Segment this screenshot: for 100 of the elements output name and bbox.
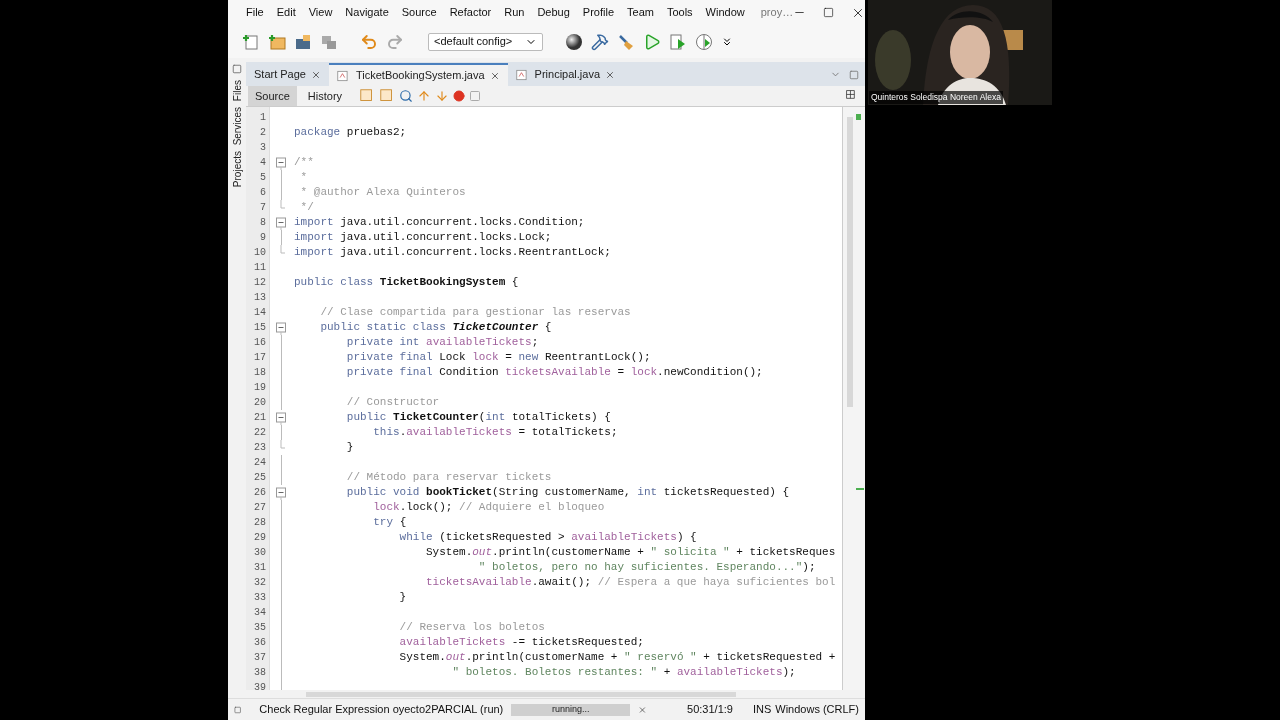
code-text: -= ticketsRequested; [510,635,644,650]
line-number: 21 [254,411,266,425]
code-identifier: TicketBookingSystem [379,275,506,290]
code-text: Condition [439,365,500,380]
line-number: 22 [254,426,266,440]
redo-icon[interactable] [386,32,404,51]
participant-name: Quinteros Soledispa Noreen Alexa [869,91,1003,104]
menu-item[interactable]: View [308,4,333,21]
code-text: { [543,320,552,335]
line-number: 5 [260,171,266,185]
side-panel-tab[interactable]: Projects [226,151,248,188]
profile-icon[interactable] [695,32,713,51]
side-panel-tab[interactable]: Files [226,80,248,102]
code-string: " boletos, pero no hay suficientes. Esperando..." [477,560,803,575]
line-number: 7 [260,201,266,215]
code-text: .println(customerName + [492,545,645,560]
line-number: 37 [254,651,266,665]
fold-toggle-icon[interactable] [276,320,286,335]
window-title: proy… [760,5,794,21]
undo-icon[interactable] [360,32,378,51]
scrollbar-thumb[interactable] [847,117,853,407]
code-text: System. [425,545,473,560]
line-number: 10 [254,246,266,260]
menu-item[interactable]: Team [627,4,654,21]
maximize-icon[interactable] [849,69,859,80]
code-string: " reservó " [624,650,697,665]
line-number: 8 [260,216,266,230]
code-keyword: this [372,425,400,440]
open-folder-icon[interactable] [294,32,312,51]
code-identifier: TicketCounter [393,410,479,425]
line-number: 20 [254,396,266,410]
file-tab[interactable]: Start Page [246,63,329,86]
line-number: 25 [254,471,266,485]
menu-item[interactable]: Navigate [345,4,389,21]
code-keyword: private final [345,365,434,380]
task-label: Check Regular Expression oyecto2PARCIAL (run) [259,702,504,718]
view-tab[interactable]: Source [248,85,297,107]
code-comment: /** [294,155,314,170]
code-field: lock [630,365,658,380]
broom-icon[interactable] [617,32,635,51]
code-text: ticketsRequested) { [663,485,790,500]
code-text: System. [398,650,446,665]
menu-item[interactable]: Window [705,4,745,21]
line-number: 4 [260,156,266,170]
horizontal-scrollbar-thumb[interactable] [306,691,736,697]
fold-toggle-icon[interactable] [276,155,286,170]
code-text: ); [782,665,796,680]
menu-item[interactable]: Edit [276,4,296,21]
new-folder-icon[interactable] [268,32,286,51]
line-number: 19 [254,381,266,395]
menu-item[interactable]: Run [504,4,525,21]
panel-restore-icon[interactable] [232,64,242,74]
line-number: 33 [254,591,266,605]
debug-icon[interactable] [669,32,687,51]
code-text: ; [531,335,539,350]
hammer-icon[interactable] [591,32,609,51]
menu-item[interactable]: Debug [537,4,570,21]
line-number: 2 [260,126,266,140]
new-file-icon[interactable] [242,32,260,51]
code-comment: // Método para reservar tickets [345,470,552,485]
menu-item[interactable]: Source [401,4,437,21]
more-icon[interactable] [721,35,733,48]
code-keyword: package [294,125,342,140]
menu-item[interactable]: Profile [582,4,614,21]
line-number: 9 [260,231,266,245]
code-editor[interactable] [246,106,865,690]
fold-toggle-icon[interactable] [276,485,286,500]
menu-item[interactable]: File [246,4,264,21]
file-tab[interactable]: Principal.java [507,63,623,86]
fold-toggle-icon[interactable] [276,215,286,230]
line-number: 26 [254,486,266,500]
code-field: lock [472,350,499,365]
code-comment: // Adquiere el bloqueo [459,500,605,515]
maximize-icon[interactable] [823,7,835,18]
code-text: } [398,590,407,605]
side-panel-tab[interactable]: Services [226,107,248,146]
globe-icon[interactable] [565,32,583,51]
config-dropdown[interactable]: <default config> [428,32,543,51]
search-icon[interactable] [399,89,414,103]
line-number: 28 [254,516,266,530]
line-number: 15 [254,321,266,335]
file-tab[interactable]: TicketBookingSystem.java [329,63,508,86]
fold-toggle-icon[interactable] [276,410,286,425]
code-text: java.util.concurrent.locks.Lock; [340,230,552,245]
code-text: .lock(); [399,500,454,515]
code-identifier: bookTicket [426,485,493,500]
line-number: 27 [254,501,266,515]
menu-item[interactable]: Tools [666,4,693,21]
code-string: " boletos. Boletos restantes: " [451,665,658,680]
line-number: 6 [260,186,266,200]
code-keyword: try [372,515,395,530]
run-icon[interactable] [643,32,661,51]
code-text: java.util.concurrent.locks.ReentrantLock; [340,245,611,260]
code-text: . [399,425,407,440]
code-comment: // Reserva los boletos [398,620,545,635]
record-icon[interactable] [453,90,466,102]
stop-icon[interactable] [469,90,482,102]
menu-item[interactable]: Refactor [449,4,492,21]
cursor-position: 50:31/1:9 [687,702,733,718]
view-tab[interactable]: History [300,85,350,107]
